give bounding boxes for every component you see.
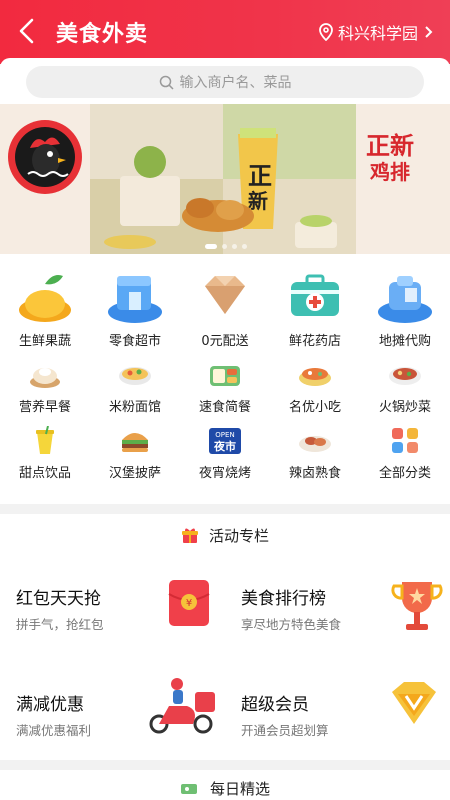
svg-text:新: 新 <box>248 189 268 213</box>
category-label: 0元配送 <box>201 334 249 349</box>
night-market-icon: OPEN 夜市 <box>180 426 270 456</box>
category-burger-pizza[interactable]: 汉堡披萨 <box>90 426 180 481</box>
category-label: 生鲜果蔬 <box>18 334 71 349</box>
category-label: 零食超市 <box>108 334 161 349</box>
hotpot-icon <box>360 360 450 390</box>
category-stall-shopping[interactable]: 地摊代购 <box>360 268 450 349</box>
chevron-right-icon <box>425 26 433 38</box>
gift-icon <box>181 528 198 543</box>
drink-icon <box>0 426 90 456</box>
category-label: 全部分类 <box>378 466 431 481</box>
banner-right-panel: 正新 鸡排 <box>356 104 450 254</box>
promo-food-ranking[interactable]: 美食排行榜 享尽地方特色美食 <box>225 558 450 658</box>
category-label: 米粉面馆 <box>108 400 161 415</box>
category-label: 鲜花药店 <box>288 334 341 349</box>
category-noodles[interactable]: 米粉面馆 <box>90 360 180 415</box>
night-badge-top: OPEN <box>215 431 234 439</box>
activity-section: 活动专栏 红包天天抢 拼手气，抢红包 ¥ 美食排行榜 享尽地方特色美食 满减优惠… <box>0 514 450 760</box>
red-envelope-icon: ¥ <box>167 578 211 632</box>
category-famous-snacks[interactable]: 名优小吃 <box>270 360 360 415</box>
promo-title: 美食排行榜 <box>241 589 326 609</box>
location-label: 科兴科学园 <box>337 24 418 43</box>
page-title: 美食外卖 <box>56 22 149 47</box>
category-label: 辣卤熟食 <box>288 466 341 481</box>
carousel-dot <box>232 244 237 249</box>
promo-banner[interactable]: 正 新 正新 鸡排 <box>0 104 450 254</box>
chevron-left-icon <box>19 18 34 44</box>
category-label: 汉堡披萨 <box>108 466 161 481</box>
night-badge-bottom: 夜市 <box>213 439 236 453</box>
category-all[interactable]: 全部分类 <box>360 426 450 481</box>
top-bar: 美食外卖 科兴科学园 <box>0 0 450 64</box>
carousel-dot <box>222 244 227 249</box>
promo-title: 红包天天抢 <box>16 589 101 609</box>
chicken-logo-icon <box>8 120 82 194</box>
category-fresh-produce[interactable]: 生鲜果蔬 <box>0 268 90 349</box>
promo-subtitle: 满减优惠福利 <box>16 723 92 738</box>
daily-picks-section: 每日精选 <box>0 770 450 800</box>
category-braised-food[interactable]: 辣卤熟食 <box>270 426 360 481</box>
category-night-bbq[interactable]: OPEN 夜市 夜宵烧烤 <box>180 426 270 481</box>
banner-left-panel <box>0 104 90 254</box>
svg-text:正: 正 <box>248 161 272 190</box>
category-label: 甜点饮品 <box>18 466 71 481</box>
search-area: 输入商户名、菜品 <box>0 58 450 104</box>
category-flower-pharmacy[interactable]: 鲜花药店 <box>270 268 360 349</box>
promo-discount[interactable]: 满减优惠 满减优惠福利 <box>0 664 225 764</box>
vip-icon <box>384 678 444 734</box>
scooter-icon <box>143 674 219 740</box>
burger-icon <box>90 426 180 456</box>
daily-picks-icon <box>180 783 197 794</box>
category-hotpot[interactable]: 火锅炒菜 <box>360 360 450 415</box>
search-input[interactable]: 输入商户名、菜品 <box>26 66 424 98</box>
promo-subtitle: 享尽地方特色美食 <box>241 617 342 632</box>
brand-name-line2: 鸡排 <box>370 160 410 184</box>
search-placeholder: 输入商户名、菜品 <box>179 75 292 91</box>
snack-icon <box>270 360 360 390</box>
carousel-indicator <box>205 244 247 249</box>
carousel-dot <box>242 244 247 249</box>
category-breakfast[interactable]: 营养早餐 <box>0 360 90 415</box>
category-free-delivery[interactable]: 0元配送 <box>180 268 270 349</box>
bag-icon <box>360 268 450 324</box>
category-snack-market[interactable]: 零食超市 <box>90 268 180 349</box>
steamer-icon <box>0 360 90 390</box>
category-label: 名优小吃 <box>288 400 341 415</box>
category-label: 速食简餐 <box>198 400 251 415</box>
category-label: 地摊代购 <box>378 334 431 349</box>
promo-title: 超级会员 <box>241 695 309 715</box>
section-title: 活动专栏 <box>208 526 269 545</box>
location-selector[interactable]: 科兴科学园 <box>318 20 438 44</box>
bento-icon <box>180 360 270 390</box>
fruit-icon <box>0 268 90 324</box>
braised-icon <box>270 426 360 456</box>
all-categories-icon <box>360 426 450 456</box>
category-label: 营养早餐 <box>18 400 71 415</box>
category-label: 夜宵烧烤 <box>198 466 251 481</box>
svg-text:¥: ¥ <box>186 598 192 609</box>
promo-title: 满减优惠 <box>16 695 84 715</box>
location-pin-icon <box>319 23 333 41</box>
promo-super-member[interactable]: 超级会员 开通会员超划算 <box>225 664 450 764</box>
promo-red-envelope[interactable]: 红包天天抢 拼手气，抢红包 ¥ <box>0 558 225 658</box>
section-header: 每日精选 <box>0 778 450 799</box>
category-fast-meal[interactable]: 速食简餐 <box>180 360 270 415</box>
category-grid: 生鲜果蔬 零食超市 0元配送 鲜花药店 地摊代购 营养早餐 米粉面馆 速食简餐 … <box>0 254 450 504</box>
category-desserts-drinks[interactable]: 甜点饮品 <box>0 426 90 481</box>
section-title: 每日精选 <box>209 780 270 798</box>
section-header: 活动专栏 <box>0 514 450 556</box>
promo-subtitle: 开通会员超划算 <box>241 723 329 738</box>
medkit-icon <box>270 268 360 324</box>
store-icon <box>90 268 180 324</box>
search-icon <box>159 75 174 90</box>
back-button[interactable] <box>14 16 42 46</box>
banner-product-image: 正 新 <box>90 104 356 254</box>
category-label: 火锅炒菜 <box>378 400 431 415</box>
trophy-icon <box>390 578 444 640</box>
carousel-dot <box>205 244 217 249</box>
promo-subtitle: 拼手气，抢红包 <box>16 617 104 632</box>
noodle-icon <box>90 360 180 390</box>
diamond-icon <box>180 268 270 324</box>
